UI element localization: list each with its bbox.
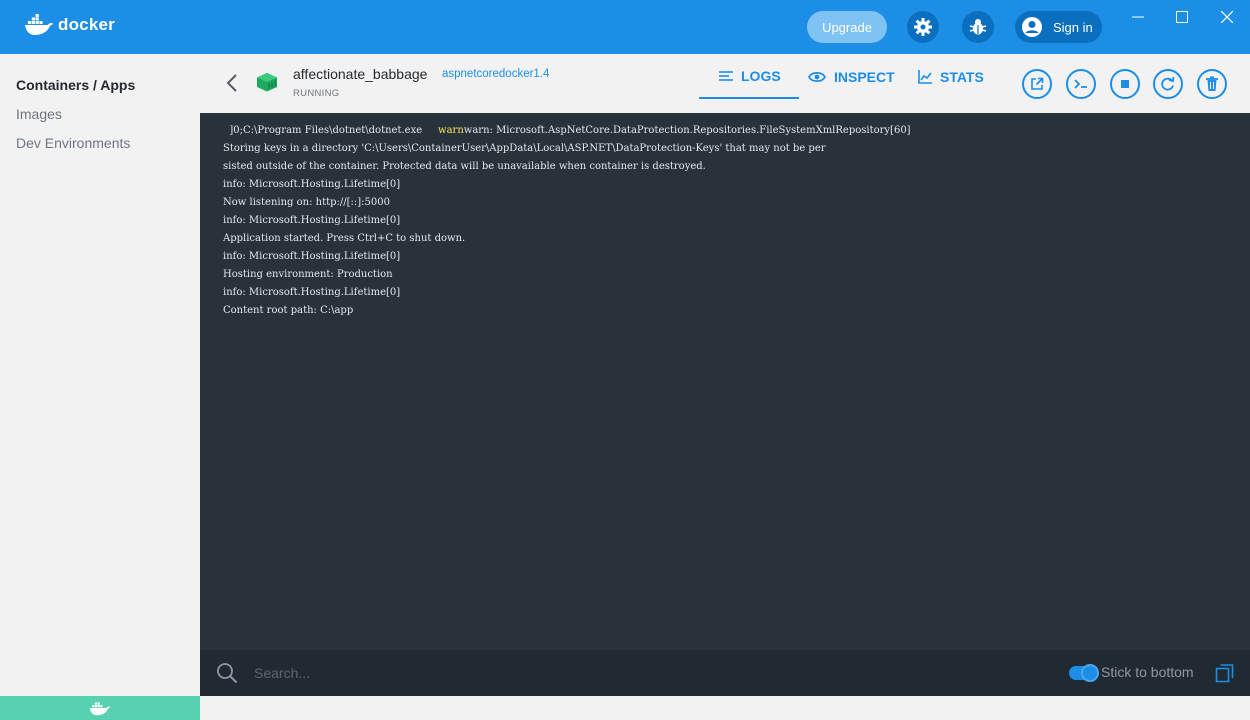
minimize-icon — [1132, 16, 1144, 18]
log-line: sisted outside of the container. Protect… — [223, 161, 706, 172]
container-name: affectionate_babbage — [293, 66, 428, 82]
copy-button[interactable] — [1215, 663, 1235, 688]
stick-to-bottom-label: Stick to bottom — [1101, 664, 1194, 680]
sidebar-item-containers[interactable]: Containers / Apps — [16, 77, 135, 93]
delete-button[interactable] — [1197, 69, 1227, 99]
docker-whale-icon — [89, 702, 111, 716]
chevron-left-icon — [226, 74, 237, 92]
lines-icon — [719, 70, 733, 81]
toggle-knob — [1081, 664, 1099, 682]
cli-button[interactable] — [1066, 69, 1096, 99]
back-button[interactable] — [222, 71, 242, 95]
log-line: ]0;C:\Program Files\dotnet\dotnet.exe wa… — [223, 122, 1250, 140]
log-output[interactable]: ]0;C:\Program Files\dotnet\dotnet.exe wa… — [200, 113, 1250, 650]
sidebar-item-dev-environments[interactable]: Dev Environments — [16, 135, 130, 151]
sidebar: Containers / Apps Images Dev Environment… — [0, 54, 200, 696]
log-line: Content root path: C:\app — [223, 305, 354, 316]
maximize-button[interactable] — [1171, 6, 1193, 28]
gear-icon — [914, 18, 932, 36]
sign-in-button[interactable]: Sign in — [1015, 11, 1102, 43]
minimize-button[interactable] — [1127, 6, 1149, 28]
tab-stats[interactable]: STATS — [918, 54, 984, 99]
log-line: info: Microsoft.Hosting.Lifetime[0] — [223, 179, 401, 190]
footer — [200, 696, 1250, 720]
title-bar: docker Upgrade Sign in — [0, 0, 1250, 54]
settings-button[interactable] — [907, 11, 939, 43]
sidebar-item-images[interactable]: Images — [16, 106, 62, 122]
sign-in-label: Sign in — [1053, 19, 1093, 35]
container-header: affectionate_babbage aspnetcoredocker1.4… — [200, 54, 1250, 113]
docker-whale-icon — [25, 14, 53, 35]
log-line: Hosting environment: Production — [223, 269, 393, 280]
close-window-button[interactable] — [1216, 6, 1238, 28]
stop-button[interactable] — [1110, 69, 1140, 99]
log-search-bar: Stick to bottom — [200, 650, 1250, 696]
log-warn-label: warn — [438, 125, 464, 136]
docker-logo: docker — [24, 14, 115, 36]
log-line-rest: warn: Microsoft.AspNetCore.DataProtectio… — [463, 125, 911, 136]
tab-inspect-label: INSPECT — [834, 68, 895, 85]
tab-logs-label: LOGS — [741, 67, 781, 84]
upgrade-button[interactable]: Upgrade — [807, 11, 887, 43]
log-line: info: Microsoft.Hosting.Lifetime[0] — [223, 287, 401, 298]
search-icon — [217, 663, 238, 684]
search-button[interactable] — [216, 662, 238, 689]
log-line: info: Microsoft.Hosting.Lifetime[0] — [223, 215, 401, 226]
open-browser-icon — [1031, 77, 1044, 90]
maximize-icon — [1176, 11, 1188, 23]
logo-text: docker — [58, 15, 115, 34]
log-line-prefix: ]0;C:\Program Files\dotnet\dotnet.exe — [223, 125, 439, 136]
container-running-icon — [257, 73, 277, 92]
delete-icon — [1206, 76, 1218, 91]
log-line: Storing keys in a directory 'C:\Users\Co… — [223, 143, 826, 154]
cli-icon — [1074, 79, 1087, 89]
search-input[interactable] — [254, 662, 754, 684]
restart-icon — [1161, 76, 1175, 91]
chart-icon — [918, 69, 932, 84]
tab-logs[interactable]: LOGS — [699, 54, 799, 99]
eye-icon — [808, 71, 826, 82]
stick-to-bottom-toggle[interactable] — [1069, 664, 1099, 682]
restart-button[interactable] — [1153, 69, 1183, 99]
status-badge: RUNNING — [293, 88, 340, 99]
tab-inspect[interactable]: INSPECT — [808, 54, 895, 99]
open-in-browser-button[interactable] — [1022, 69, 1052, 99]
copy-icon — [1215, 664, 1234, 683]
close-icon — [1221, 11, 1233, 23]
bug-icon — [969, 19, 987, 35]
stop-icon — [1121, 80, 1129, 88]
log-line: Now listening on: http://[::]:5000 — [223, 197, 390, 208]
tab-stats-label: STATS — [940, 68, 984, 85]
image-link[interactable]: aspnetcoredocker1.4 — [442, 68, 549, 80]
log-line: info: Microsoft.Hosting.Lifetime[0] — [223, 251, 401, 262]
log-line: Application started. Press Ctrl+C to shu… — [223, 233, 466, 244]
troubleshoot-button[interactable] — [962, 11, 994, 43]
account-icon — [1022, 17, 1042, 37]
engine-status-bar[interactable] — [0, 696, 200, 720]
